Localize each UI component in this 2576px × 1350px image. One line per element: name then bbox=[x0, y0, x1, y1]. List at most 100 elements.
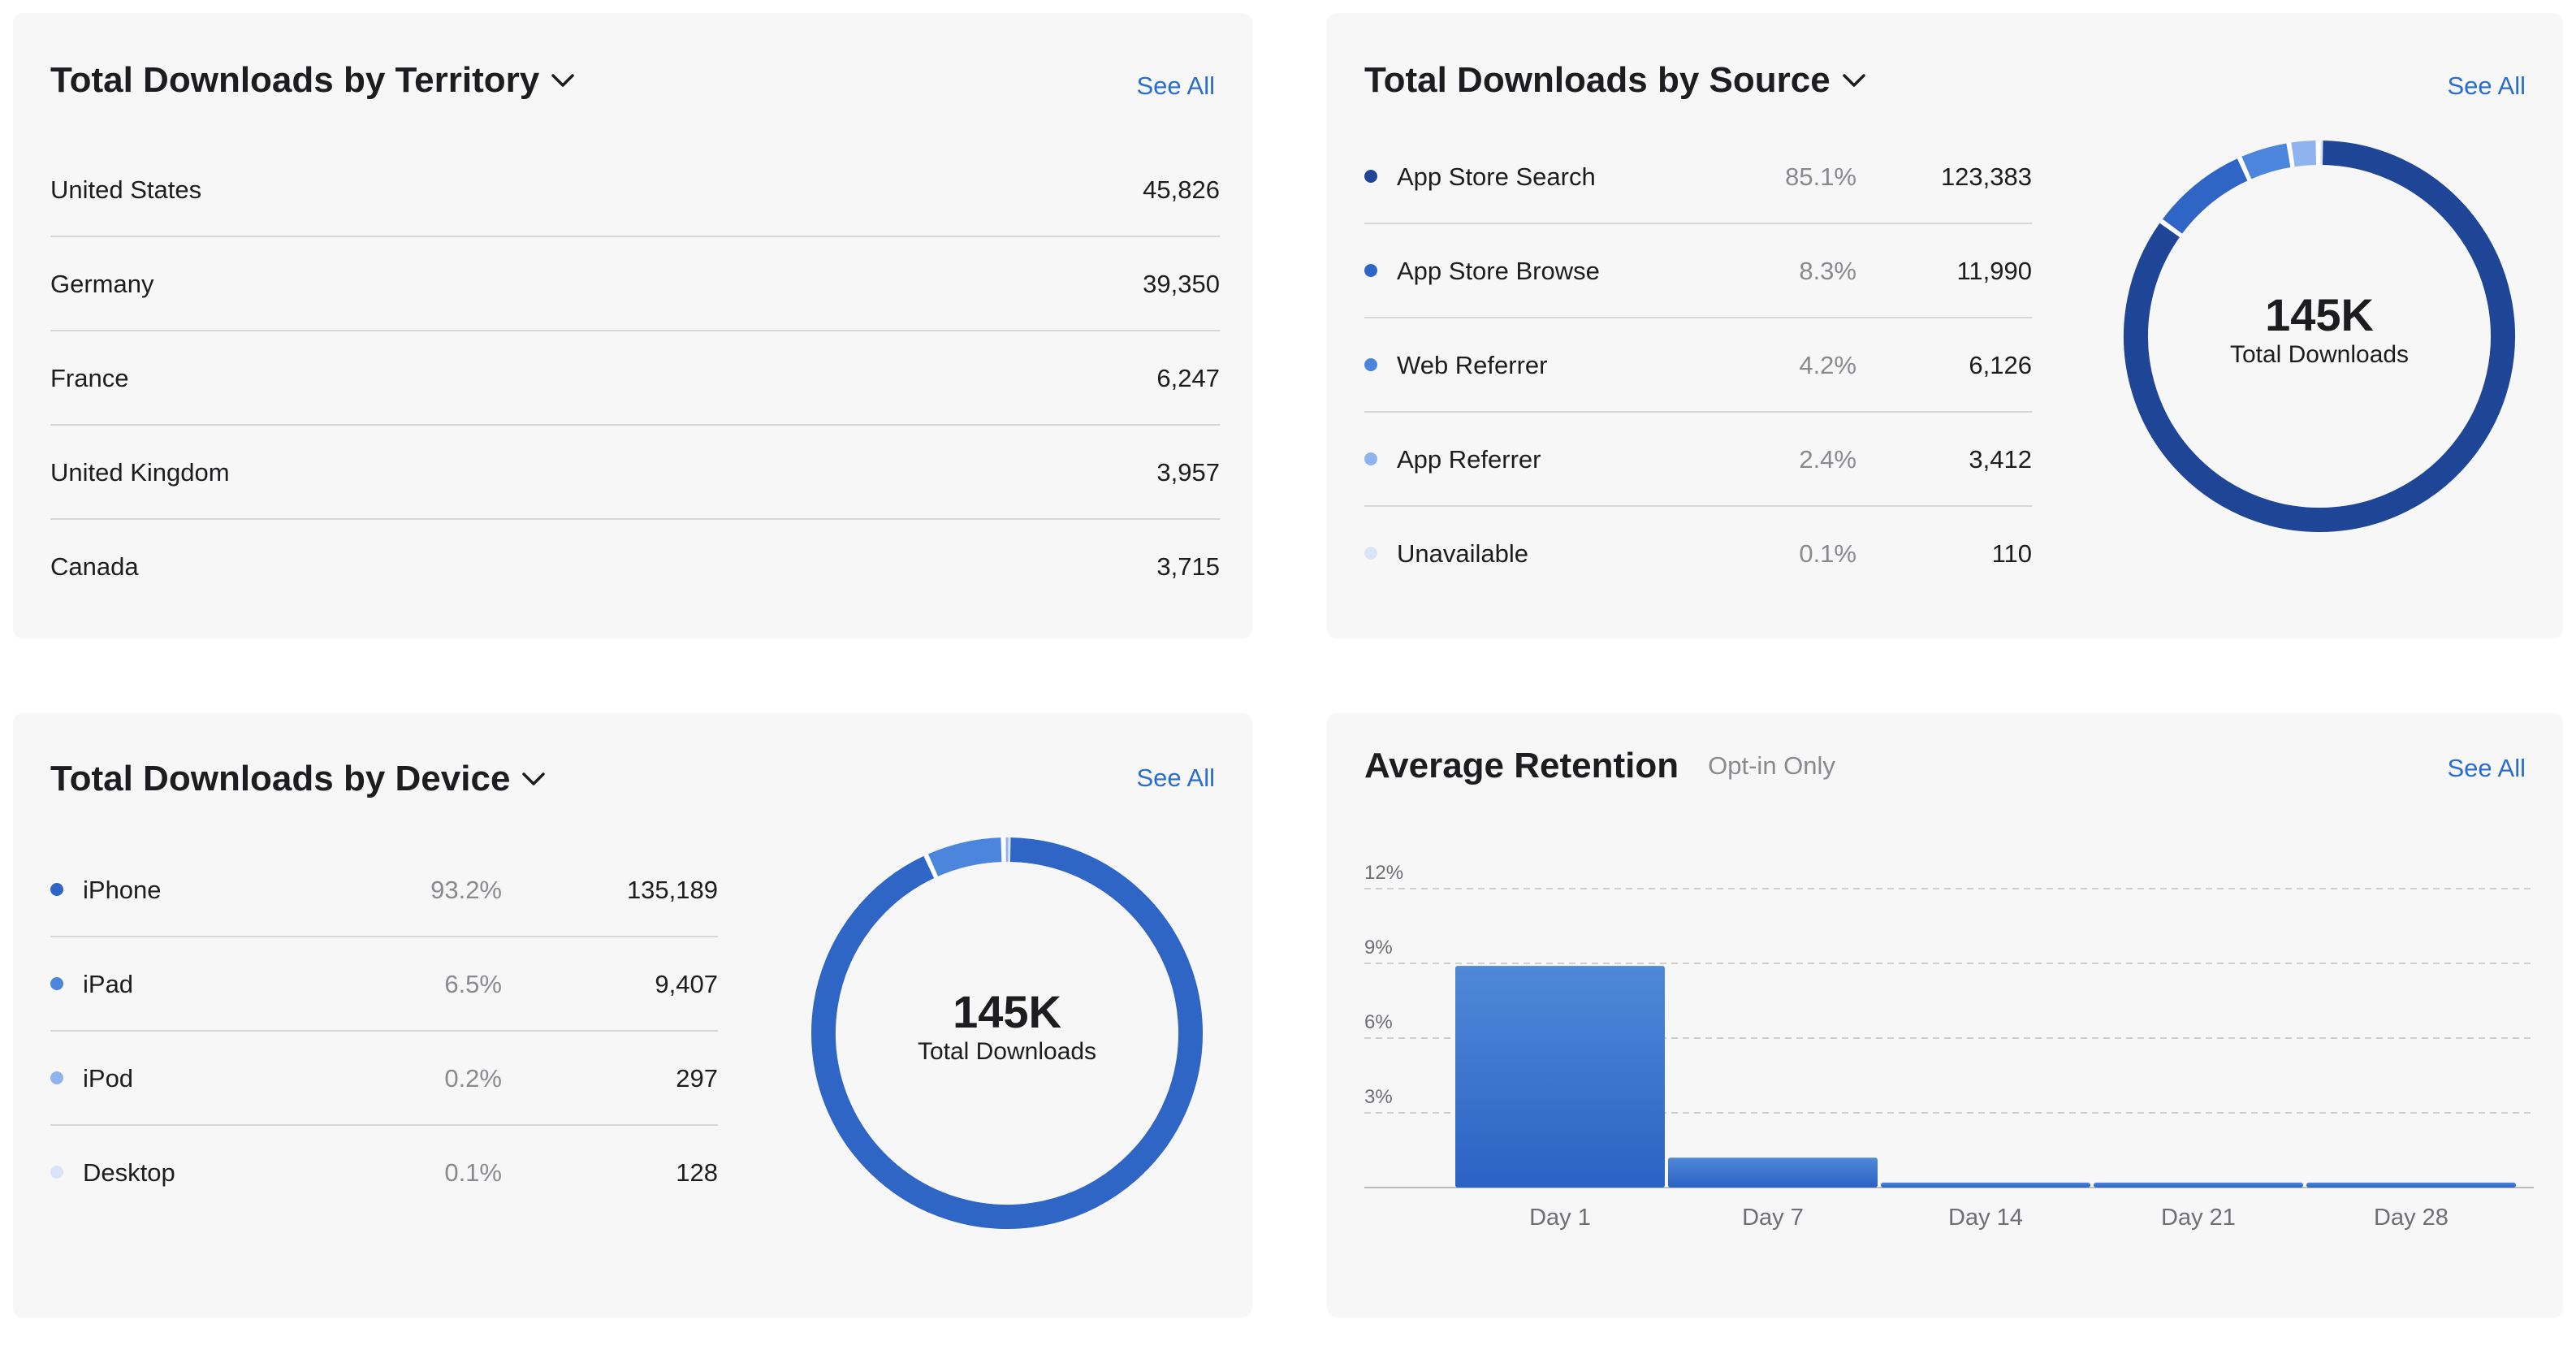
source-percent: 8.3% bbox=[1799, 257, 1856, 285]
territory-name: Germany bbox=[50, 270, 154, 298]
territory-value: 45,826 bbox=[1143, 175, 1220, 204]
x-tick-label: Day 28 bbox=[2374, 1205, 2448, 1231]
source-value: 11,990 bbox=[1956, 257, 2032, 285]
device-name: Desktop bbox=[83, 1158, 175, 1187]
source-value: 123,383 bbox=[1940, 162, 2032, 191]
device-donut-chart: 145K Total Downloads bbox=[804, 830, 1210, 1236]
x-tick-label: Day 21 bbox=[2161, 1205, 2236, 1231]
territory-list: United States 45,826 Germany 39,350 France 6,… bbox=[50, 143, 1220, 614]
device-value: 128 bbox=[676, 1158, 718, 1187]
device-name: iPad bbox=[83, 970, 134, 998]
territory-value: 39,350 bbox=[1143, 270, 1220, 298]
source-row[interactable]: Web Referrer 4.2% 6,126 bbox=[1364, 318, 2032, 413]
source-see-all-link[interactable]: See All bbox=[2447, 71, 2526, 101]
source-name: App Store Search bbox=[1397, 162, 1596, 191]
legend-dot-icon bbox=[50, 977, 63, 990]
source-row[interactable]: App Store Search 85.1% 123,383 bbox=[1364, 130, 2032, 224]
device-name: iPhone bbox=[83, 876, 162, 904]
source-list: App Store Search 85.1% 123,383 App Store Br… bbox=[1364, 130, 2032, 601]
device-donut-total: 145K bbox=[953, 986, 1061, 1037]
chevron-down-icon[interactable] bbox=[1842, 72, 1866, 89]
territory-name: United States bbox=[50, 175, 202, 204]
source-row[interactable]: Unavailable 0.1% 110 bbox=[1364, 507, 2032, 601]
retention-title-text: Average Retention bbox=[1364, 746, 1679, 785]
territory-title[interactable]: Total Downloads by Territory bbox=[50, 60, 575, 101]
legend-dot-icon bbox=[1364, 264, 1377, 277]
territory-row[interactable]: United States 45,826 bbox=[50, 143, 1220, 237]
device-value: 297 bbox=[676, 1064, 718, 1093]
legend-dot-icon bbox=[50, 1166, 63, 1179]
legend-dot-icon bbox=[50, 883, 63, 896]
source-title-text: Total Downloads by Source bbox=[1364, 60, 1830, 100]
chevron-down-icon[interactable] bbox=[521, 771, 546, 787]
source-slice-web-referrer[interactable] bbox=[2241, 143, 2291, 180]
territory-row[interactable]: Canada 3,715 bbox=[50, 520, 1220, 614]
chevron-down-icon[interactable] bbox=[551, 72, 575, 89]
territory-value: 3,715 bbox=[1156, 552, 1220, 581]
territory-title-text: Total Downloads by Territory bbox=[50, 60, 540, 100]
legend-dot-icon bbox=[1364, 358, 1377, 371]
source-title[interactable]: Total Downloads by Source bbox=[1364, 60, 1866, 101]
device-slice-ipad[interactable] bbox=[927, 837, 1002, 877]
territory-name: Canada bbox=[50, 552, 139, 581]
source-percent: 2.4% bbox=[1799, 445, 1856, 474]
device-donut-label: 145K Total Downloads bbox=[804, 989, 1210, 1066]
source-slice-app-referrer[interactable] bbox=[2291, 141, 2317, 167]
source-donut-label: 145K Total Downloads bbox=[2116, 292, 2522, 369]
device-row[interactable]: iPod 0.2% 297 bbox=[50, 1032, 718, 1126]
territory-row[interactable]: Germany 39,350 bbox=[50, 237, 1220, 331]
territory-see-all-link[interactable]: See All bbox=[1136, 71, 1215, 101]
device-value: 9,407 bbox=[655, 970, 718, 998]
device-see-all-link[interactable]: See All bbox=[1136, 764, 1215, 793]
source-value: 110 bbox=[1991, 539, 2032, 568]
source-row[interactable]: App Store Browse 8.3% 11,990 bbox=[1364, 224, 2032, 318]
source-value: 6,126 bbox=[1969, 351, 2032, 379]
device-percent: 0.2% bbox=[444, 1064, 502, 1093]
legend-dot-icon bbox=[50, 1071, 63, 1084]
y-tick-label: 12% bbox=[1364, 862, 1403, 884]
device-percent: 0.1% bbox=[444, 1158, 502, 1187]
retention-bar[interactable] bbox=[1455, 966, 1665, 1188]
territory-row[interactable]: United Kingdom 3,957 bbox=[50, 426, 1220, 520]
source-name: App Referrer bbox=[1397, 445, 1541, 474]
territory-card: Total Downloads by Territory See All Uni… bbox=[13, 13, 1252, 638]
source-name: Web Referrer bbox=[1397, 351, 1548, 379]
retention-bar[interactable] bbox=[1881, 1182, 2090, 1188]
device-title[interactable]: Total Downloads by Device bbox=[50, 759, 546, 799]
retention-bar[interactable] bbox=[2306, 1182, 2516, 1188]
device-title-text: Total Downloads by Device bbox=[50, 759, 511, 798]
territory-name: United Kingdom bbox=[50, 458, 230, 487]
x-tick-label: Day 7 bbox=[1742, 1205, 1804, 1231]
y-tick-label: 3% bbox=[1364, 1086, 1393, 1108]
territory-value: 6,247 bbox=[1156, 364, 1220, 392]
territory-name: France bbox=[50, 364, 129, 392]
source-donut-caption: Total Downloads bbox=[2229, 341, 2410, 368]
legend-dot-icon bbox=[1364, 170, 1377, 183]
device-list: iPhone 93.2% 135,189 iPad 6.5% 9,407 iPod 0.2% 2… bbox=[50, 843, 718, 1220]
device-row[interactable]: Desktop 0.1% 128 bbox=[50, 1126, 718, 1220]
retention-title: Average Retention Opt-in Only bbox=[1364, 746, 1835, 786]
retention-bar[interactable] bbox=[2094, 1182, 2303, 1188]
retention-bar[interactable] bbox=[1668, 1157, 1878, 1188]
source-name: App Store Browse bbox=[1397, 257, 1600, 285]
device-donut-caption: Total Downloads bbox=[917, 1038, 1097, 1065]
device-row[interactable]: iPad 6.5% 9,407 bbox=[50, 937, 718, 1032]
territory-value: 3,957 bbox=[1156, 458, 1220, 487]
device-percent: 6.5% bbox=[444, 970, 502, 998]
retention-see-all-link[interactable]: See All bbox=[2447, 754, 2526, 783]
device-name: iPod bbox=[83, 1064, 134, 1093]
source-slice-app-store-browse[interactable] bbox=[2162, 158, 2248, 234]
y-tick-label: 6% bbox=[1364, 1011, 1393, 1033]
legend-dot-icon bbox=[1364, 547, 1377, 560]
source-name: Unavailable bbox=[1397, 539, 1528, 568]
y-tick-label: 9% bbox=[1364, 937, 1393, 958]
source-percent: 85.1% bbox=[1785, 162, 1856, 191]
territory-row[interactable]: France 6,247 bbox=[50, 331, 1220, 426]
source-row[interactable]: App Referrer 2.4% 3,412 bbox=[1364, 413, 2032, 507]
source-percent: 0.1% bbox=[1799, 539, 1856, 568]
device-row[interactable]: iPhone 93.2% 135,189 bbox=[50, 843, 718, 937]
retention-subtitle: Opt-in Only bbox=[1708, 751, 1835, 780]
source-donut-chart: 145K Total Downloads bbox=[2116, 133, 2522, 539]
legend-dot-icon bbox=[1364, 452, 1377, 465]
source-value: 3,412 bbox=[1969, 445, 2032, 474]
